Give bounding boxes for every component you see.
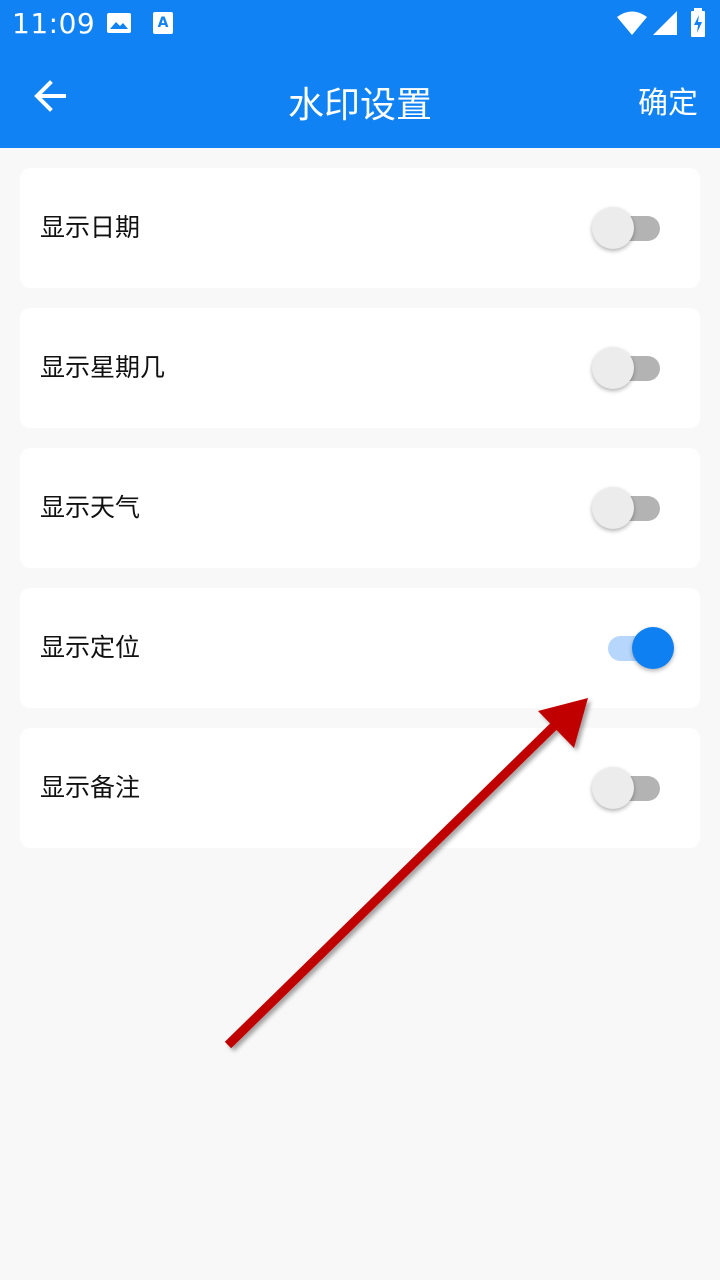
app-bar: 水印设置 确定 — [0, 48, 720, 148]
setting-card-location: 显示定位 — [20, 588, 700, 708]
confirm-button[interactable]: 确定 — [638, 78, 698, 122]
svg-text:A: A — [158, 15, 169, 31]
location-toggle[interactable] — [592, 626, 676, 670]
setting-label: 显示定位 — [40, 633, 141, 662]
setting-card-weekday: 显示星期几 — [20, 308, 700, 428]
text-a-icon: A — [152, 10, 174, 40]
note-toggle[interactable] — [592, 766, 676, 810]
setting-card-note: 显示备注 — [20, 728, 700, 848]
setting-label: 显示日期 — [40, 213, 141, 242]
status-bar: 11:09 A — [0, 0, 720, 48]
page-title: 水印设置 — [287, 85, 432, 126]
toggle-thumb — [592, 347, 634, 389]
toggle-thumb — [592, 487, 634, 529]
toggle-thumb — [592, 767, 634, 809]
date-toggle[interactable] — [592, 206, 676, 250]
battery-charging-icon — [690, 8, 706, 42]
weather-toggle[interactable] — [592, 486, 676, 530]
toggle-thumb — [632, 627, 674, 669]
setting-label: 显示备注 — [40, 773, 141, 802]
setting-card-weather: 显示天气 — [20, 448, 700, 568]
image-icon — [106, 10, 132, 40]
wifi-icon — [616, 10, 648, 40]
signal-icon — [652, 10, 678, 40]
setting-label: 显示星期几 — [40, 353, 166, 382]
toggle-thumb — [592, 207, 634, 249]
weekday-toggle[interactable] — [592, 346, 676, 390]
status-time: 11:09 — [12, 7, 96, 40]
setting-label: 显示天气 — [40, 493, 141, 522]
setting-card-date: 显示日期 — [20, 168, 700, 288]
